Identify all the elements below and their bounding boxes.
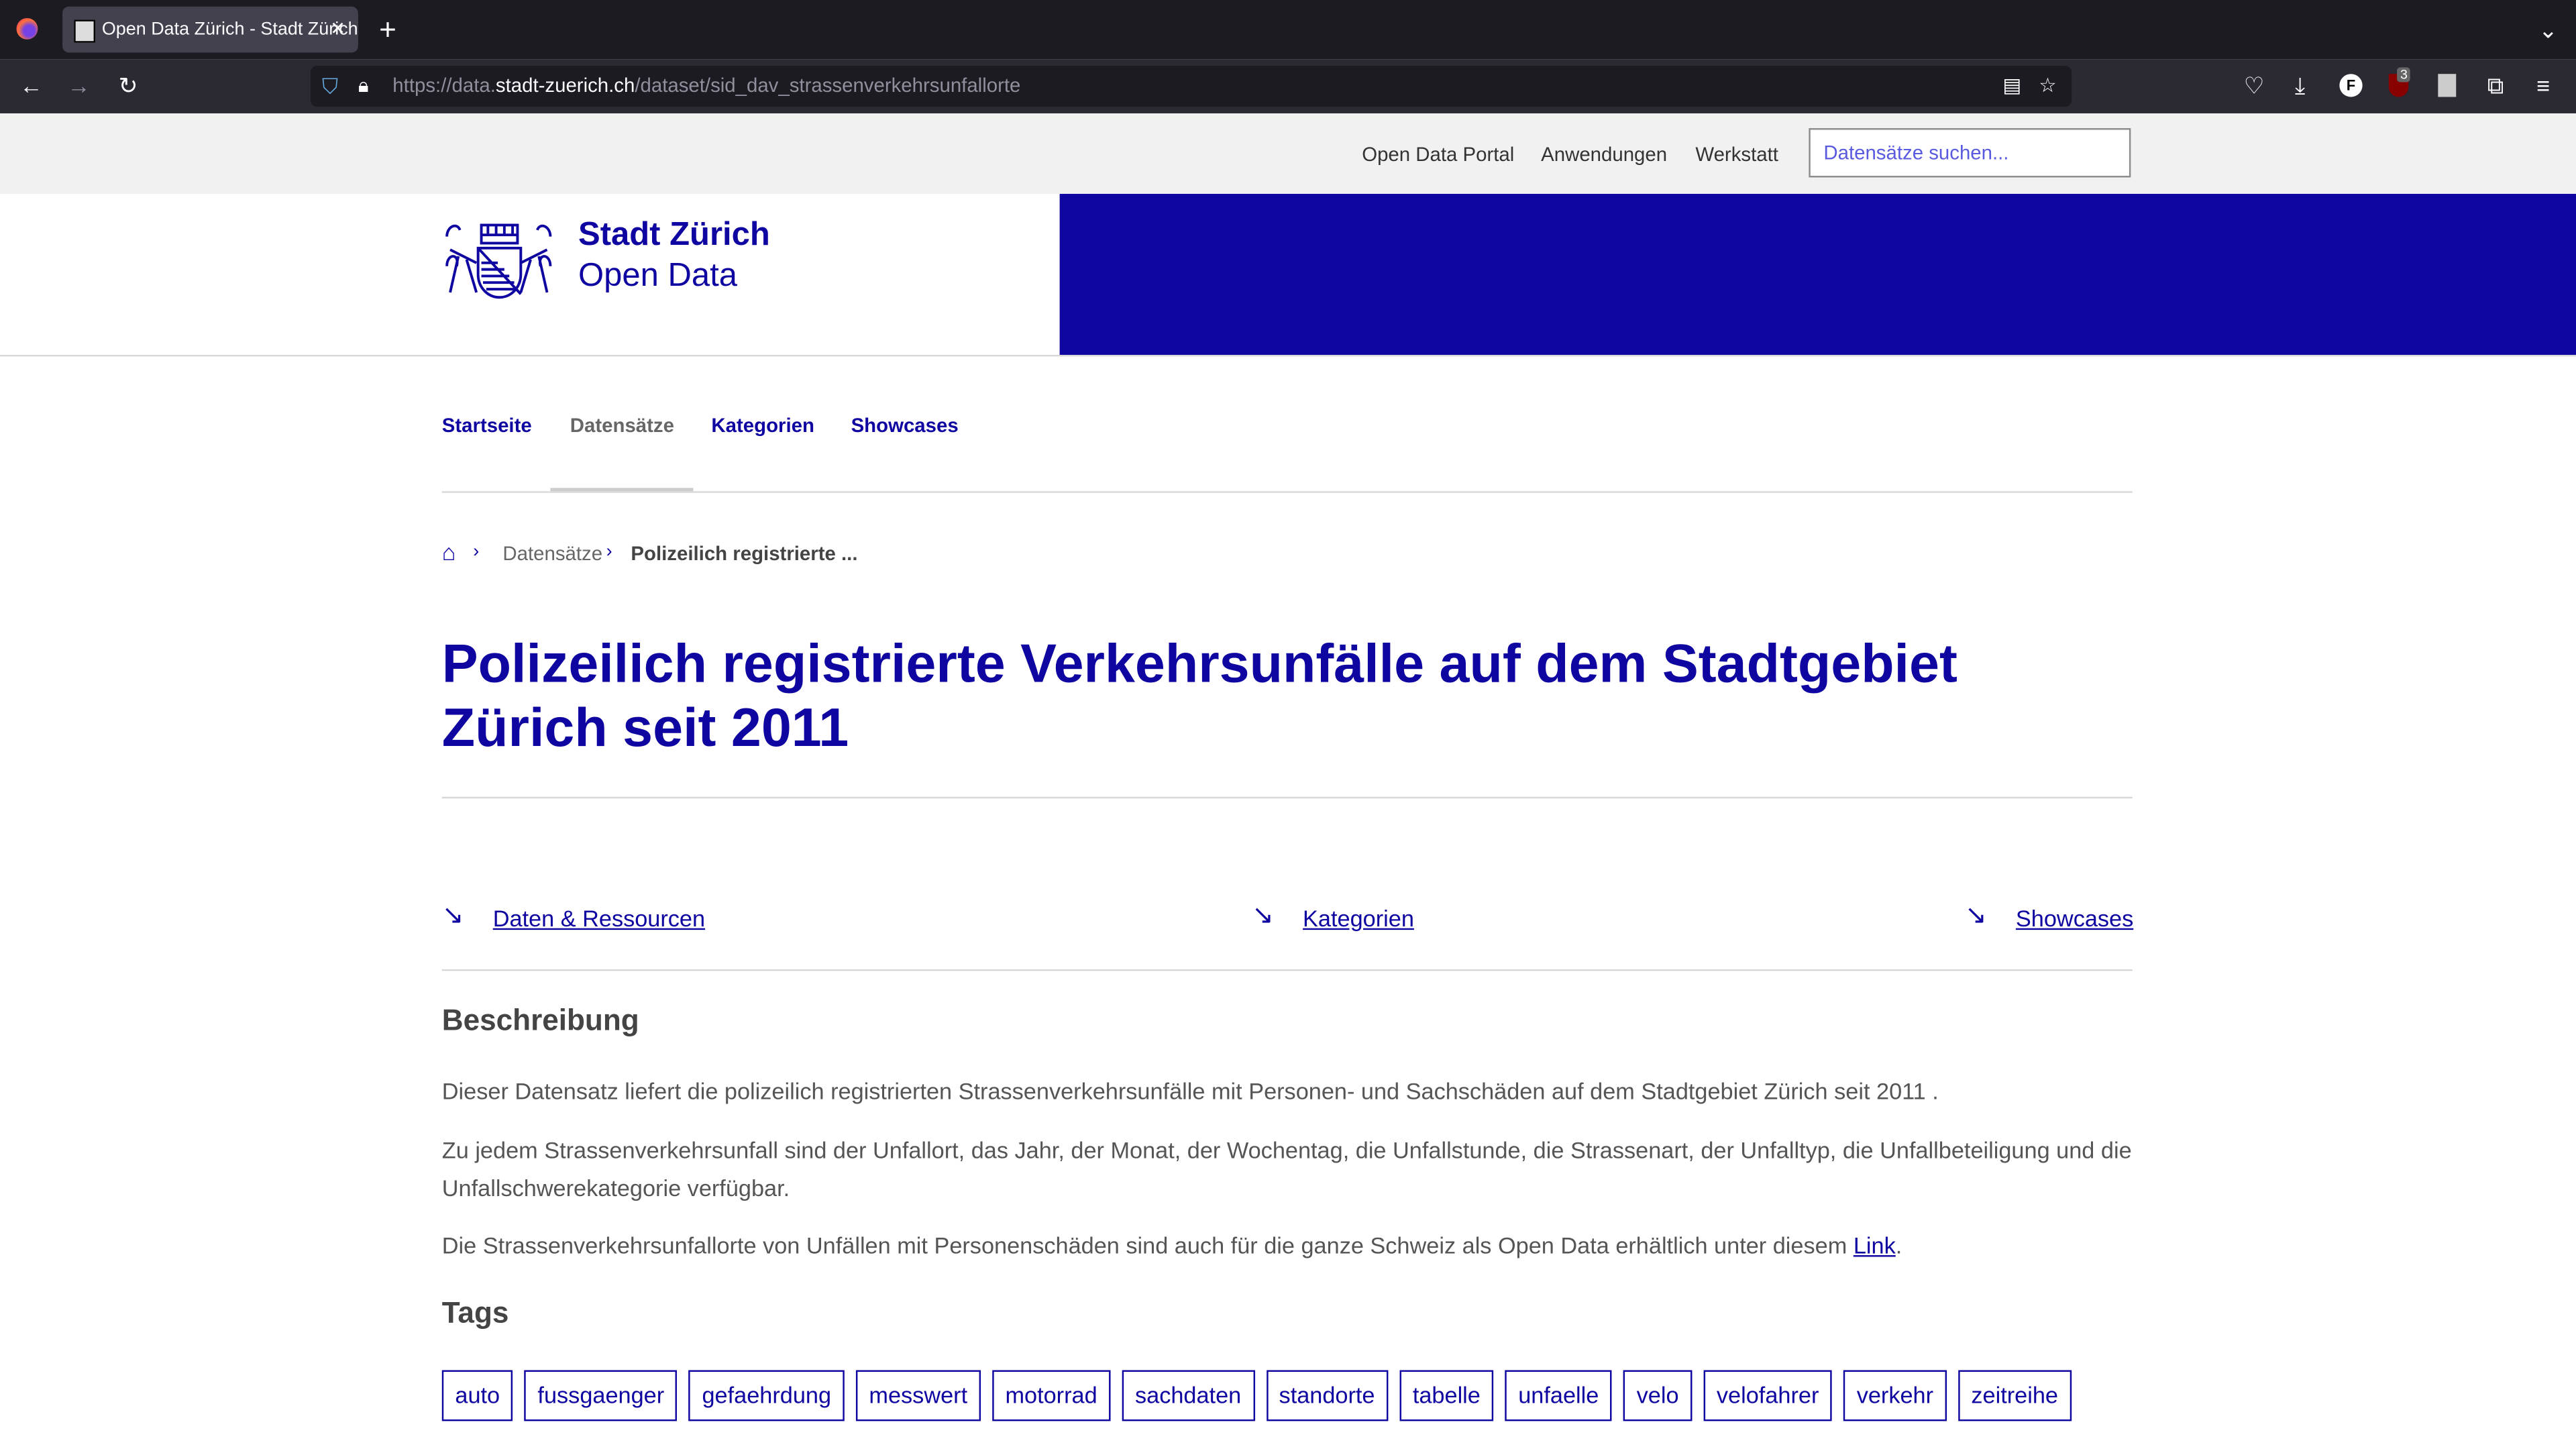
- tab-bar: Open Data Zürich - Stadt Zürich ✕ + ⌄: [0, 0, 2576, 60]
- tag[interactable]: velofahrer: [1703, 1370, 1832, 1421]
- url-path: /dataset/sid_dav_strassenverkehrsunfallo…: [635, 74, 1021, 97]
- breadcrumb-datensaetze[interactable]: Datensätze: [502, 542, 602, 565]
- firefox-icon[interactable]: [16, 17, 38, 40]
- tag[interactable]: sachdaten: [1122, 1370, 1254, 1421]
- download-icon[interactable]: ⤓: [2284, 69, 2316, 102]
- brand-subtitle[interactable]: Open Data: [578, 258, 737, 295]
- anchor-showcases[interactable]: Showcases: [2016, 905, 2133, 931]
- extensions-icon[interactable]: ⧉: [2479, 69, 2512, 102]
- header-divider: [0, 354, 2576, 357]
- favicon-icon: [74, 19, 96, 43]
- anchor-kategorien[interactable]: Kategorien: [1303, 905, 1414, 931]
- description-heading: Beschreibung: [441, 1004, 639, 1037]
- tag[interactable]: gefaehrdung: [688, 1370, 845, 1421]
- shield-icon[interactable]: ⛉: [322, 66, 338, 107]
- nav-divider: [441, 491, 2133, 493]
- tag[interactable]: messwert: [855, 1370, 981, 1421]
- anchor-daten-ressourcen[interactable]: Daten & Ressourcen: [493, 905, 705, 931]
- tags-heading: Tags: [441, 1296, 509, 1330]
- reload-icon[interactable]: ↻: [112, 69, 145, 102]
- close-tab-icon[interactable]: ✕: [330, 7, 345, 53]
- brand-title[interactable]: Stadt Zürich: [578, 217, 770, 254]
- tag[interactable]: unfaelle: [1505, 1370, 1612, 1421]
- url-domain: stadt-zuerich.ch: [495, 74, 635, 97]
- breadcrumb-current: Polizeilich registrierte ...: [631, 542, 858, 566]
- tag[interactable]: standorte: [1265, 1370, 1389, 1421]
- bookmark-star-icon[interactable]: ☆: [2039, 66, 2056, 107]
- browser-tab[interactable]: Open Data Zürich - Stadt Zürich ✕: [62, 6, 358, 53]
- back-icon[interactable]: ←: [15, 69, 48, 102]
- nav-datensaetze[interactable]: Datensätze: [570, 414, 674, 437]
- period: .: [1895, 1232, 1902, 1258]
- tag[interactable]: velo: [1623, 1370, 1693, 1421]
- header-banner: [1059, 193, 2576, 355]
- tag[interactable]: auto: [441, 1370, 513, 1421]
- description-paragraph: Zu jedem Strassenverkehrsunfall sind der…: [441, 1136, 2132, 1201]
- arrow-down-right-icon: ↘: [1965, 902, 1987, 930]
- arrow-down-right-icon: ↘: [1252, 902, 1274, 930]
- zurich-coat-of-arms-logo[interactable]: [442, 220, 555, 301]
- breadcrumb-separator-icon: ›: [473, 542, 480, 562]
- arrow-down-right-icon: ↘: [441, 902, 464, 930]
- lock-icon[interactable]: 🔒︎: [358, 66, 369, 107]
- profile-icon[interactable]: F: [2339, 74, 2363, 97]
- nav-showcases[interactable]: Showcases: [851, 414, 959, 437]
- service-nav: [0, 113, 2576, 194]
- breadcrumb-separator-icon: ›: [606, 542, 612, 562]
- tag[interactable]: fussgaenger: [524, 1370, 678, 1421]
- nav-startseite[interactable]: Startseite: [442, 414, 532, 437]
- url-prefix: https://data.: [392, 74, 496, 97]
- external-link[interactable]: Link: [1854, 1232, 1896, 1258]
- ublock-badge: 3: [2397, 67, 2411, 83]
- new-tab-icon[interactable]: +: [371, 13, 404, 46]
- menu-icon[interactable]: ≡: [2527, 69, 2560, 102]
- pocket-icon[interactable]: ♡: [2238, 69, 2271, 102]
- tag[interactable]: zeitreihe: [1957, 1370, 2072, 1421]
- list-tabs-chevron-icon[interactable]: ⌄: [2532, 13, 2565, 46]
- description-paragraph: Dieser Datensatz liefert die polizeilich…: [441, 1077, 1939, 1104]
- tag[interactable]: verkehr: [1843, 1370, 1947, 1421]
- reader-view-icon[interactable]: ▤: [2002, 66, 2021, 107]
- topnav-anwendungen[interactable]: Anwendungen: [1541, 143, 1667, 166]
- topnav-werkstatt[interactable]: Werkstatt: [1695, 143, 1778, 166]
- tag[interactable]: motorrad: [991, 1370, 1111, 1421]
- search-input[interactable]: Datensätze suchen...: [1809, 128, 2131, 178]
- tag[interactable]: tabelle: [1399, 1370, 1494, 1421]
- tag-list: auto fussgaenger gefaehrdung messwert mo…: [441, 1370, 2072, 1421]
- page-title: Polizeilich registrierte Verkehrsunfälle…: [441, 632, 1957, 757]
- document-icon[interactable]: [2438, 74, 2457, 97]
- anchor-divider: [441, 969, 2133, 971]
- home-icon[interactable]: ⌂: [442, 539, 456, 565]
- nav-kategorien[interactable]: Kategorien: [711, 414, 814, 437]
- topnav-open-data-portal[interactable]: Open Data Portal: [1362, 143, 1514, 166]
- forward-icon[interactable]: →: [62, 69, 95, 102]
- description-paragraph: Die Strassenverkehrsunfallorte von Unfäl…: [441, 1232, 1854, 1258]
- tab-title: Open Data Zürich - Stadt Zürich: [101, 19, 358, 40]
- url-bar[interactable]: ⛉ 🔒︎ https://data.stadt-zuerich.ch/datas…: [310, 65, 2072, 107]
- title-divider: [441, 796, 2133, 799]
